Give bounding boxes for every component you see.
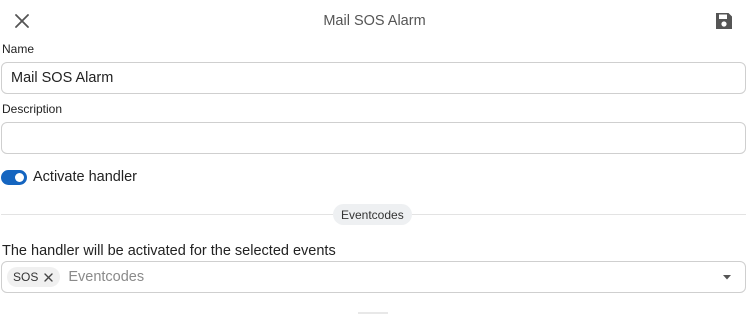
dialog-header: Mail SOS Alarm bbox=[0, 0, 749, 42]
description-label: Description bbox=[2, 102, 63, 116]
page-title: Mail SOS Alarm bbox=[323, 13, 426, 29]
activate-handler-label: Activate handler bbox=[33, 169, 137, 185]
save-icon bbox=[716, 13, 732, 29]
dropdown-arrow-button[interactable] bbox=[715, 265, 739, 289]
eventcode-chip: SOS bbox=[7, 267, 61, 287]
name-field[interactable] bbox=[2, 63, 745, 93]
eventcodes-helper-text: The handler will be activated for the se… bbox=[2, 243, 336, 259]
close-icon bbox=[44, 272, 53, 282]
caret-down-icon bbox=[723, 274, 731, 279]
eventcodes-select[interactable]: SOS bbox=[1, 261, 746, 293]
chip-remove-button[interactable] bbox=[42, 271, 54, 283]
save-button[interactable] bbox=[712, 9, 736, 33]
toggle-knob bbox=[15, 172, 24, 182]
eventcode-handler-dialog: Mail SOS Alarm Name Description Activate… bbox=[0, 0, 749, 314]
chip-label: SOS bbox=[13, 270, 39, 284]
name-label: Name bbox=[2, 42, 35, 56]
eventcodes-divider-chip: Eventcodes bbox=[333, 204, 412, 225]
activate-handler-row: Activate handler bbox=[1, 166, 137, 188]
activate-handler-toggle[interactable] bbox=[1, 169, 27, 185]
description-field-wrapper bbox=[1, 122, 746, 154]
description-field[interactable] bbox=[2, 123, 745, 153]
eventcodes-search-input[interactable] bbox=[68, 269, 715, 285]
name-field-wrapper bbox=[1, 62, 746, 94]
